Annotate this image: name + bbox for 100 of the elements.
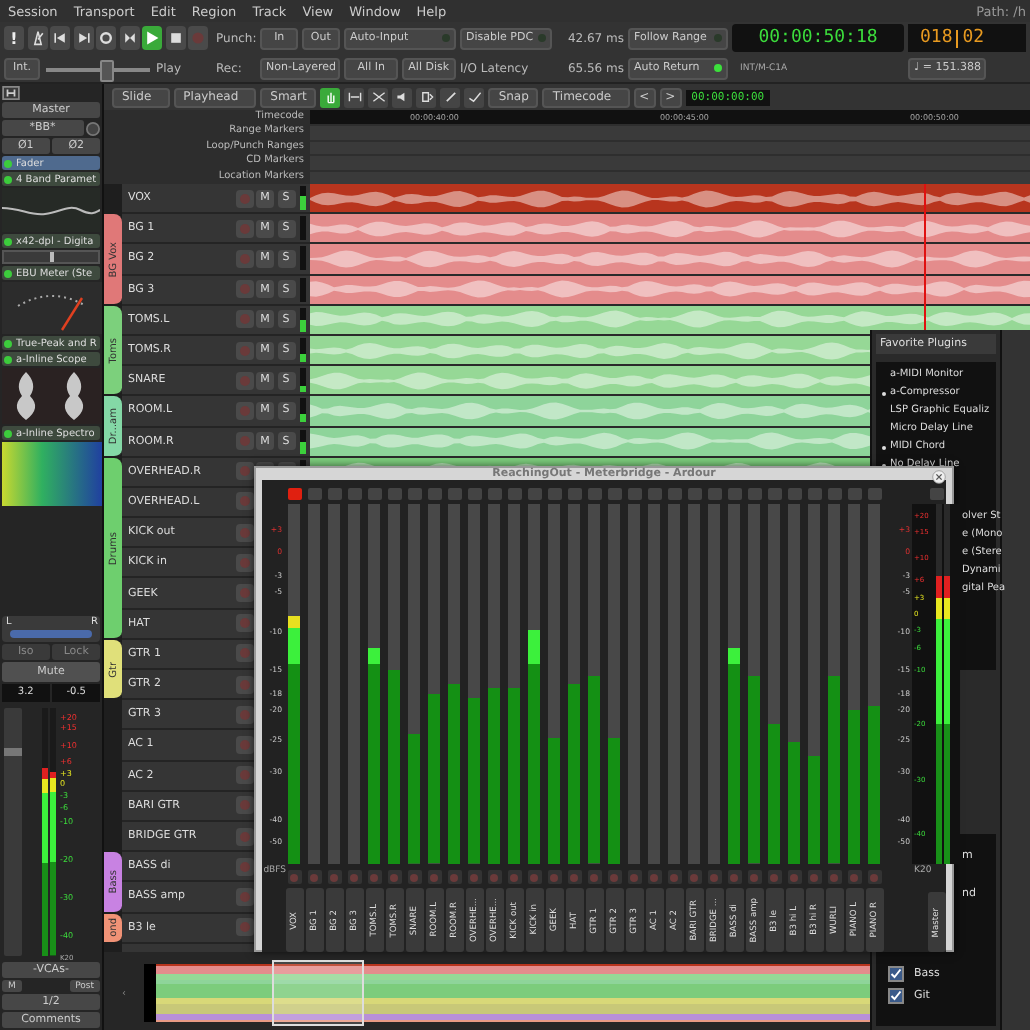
loop-button[interactable]: [96, 26, 116, 50]
record-enable-button[interactable]: [235, 280, 253, 299]
record-enable-button[interactable]: [727, 870, 741, 884]
record-enable-button[interactable]: [235, 766, 253, 785]
record-enable-button[interactable]: [547, 870, 561, 884]
record-enable-button[interactable]: [235, 523, 253, 542]
audio-region[interactable]: [310, 184, 1030, 215]
record-enable-button[interactable]: [235, 584, 253, 603]
record-enable-button[interactable]: [235, 887, 253, 906]
record-enable-button[interactable]: [707, 870, 721, 884]
record-enable-button[interactable]: [327, 870, 341, 884]
record-enable-button[interactable]: [487, 870, 501, 884]
internal-tool-button[interactable]: [464, 87, 485, 107]
record-enable-button[interactable]: [235, 857, 253, 876]
clip-indicator[interactable]: [929, 488, 943, 500]
clip-indicator[interactable]: [287, 488, 301, 500]
metronome-button[interactable]: [27, 26, 47, 50]
panic-button[interactable]: !: [4, 26, 24, 50]
record-enable-button[interactable]: [235, 219, 253, 238]
clip-indicator[interactable]: [767, 488, 781, 500]
record-enable-button[interactable]: [527, 870, 541, 884]
draw-tool-button[interactable]: [440, 87, 461, 107]
clip-indicator[interactable]: [827, 488, 841, 500]
record-enable-button[interactable]: [847, 870, 861, 884]
record-enable-button[interactable]: [807, 870, 821, 884]
record-enable-button[interactable]: [235, 675, 253, 694]
clip-indicator[interactable]: [747, 488, 761, 500]
checkbox[interactable]: [888, 965, 904, 981]
record-enable-button[interactable]: [235, 796, 253, 815]
audio-region[interactable]: [310, 244, 1030, 276]
record-enable-button[interactable]: [427, 870, 441, 884]
record-enable-button[interactable]: [787, 870, 801, 884]
clip-indicator[interactable]: [407, 488, 421, 500]
record-enable-button[interactable]: [235, 644, 253, 663]
record-enable-button[interactable]: [287, 870, 301, 884]
clip-indicator[interactable]: [327, 488, 341, 500]
record-enable-button[interactable]: [827, 870, 841, 884]
record-enable-button[interactable]: [235, 827, 253, 846]
record-enable-button[interactable]: [235, 341, 253, 360]
clip-indicator[interactable]: [307, 488, 321, 500]
clip-indicator[interactable]: [707, 488, 721, 500]
record-enable-button[interactable]: [687, 870, 701, 884]
record-enable-button[interactable]: [235, 553, 253, 572]
clip-indicator[interactable]: [367, 488, 381, 500]
goto-end-button[interactable]: [73, 26, 93, 50]
clip-indicator[interactable]: [527, 488, 541, 500]
clip-indicator[interactable]: [567, 488, 581, 500]
stretch-tool-button[interactable]: [416, 87, 437, 107]
gain-fader[interactable]: [4, 708, 22, 956]
clip-indicator[interactable]: [427, 488, 441, 500]
record-enable-button[interactable]: [367, 870, 381, 884]
record-enable-button[interactable]: [235, 705, 253, 724]
grab-tool-button[interactable]: [320, 87, 341, 107]
clip-indicator[interactable]: [467, 488, 481, 500]
primary-clock[interactable]: 00:00:50:18: [732, 24, 904, 52]
record-enable-button[interactable]: [407, 870, 421, 884]
goto-start-button[interactable]: [50, 26, 70, 50]
record-enable-button[interactable]: [307, 870, 321, 884]
record-enable-button[interactable]: [235, 401, 253, 420]
record-enable-button[interactable]: [235, 492, 253, 511]
record-enable-button[interactable]: [607, 870, 621, 884]
trim-knob-icon[interactable]: [86, 121, 100, 135]
checkbox[interactable]: [888, 987, 904, 1003]
clip-indicator[interactable]: [787, 488, 801, 500]
clip-indicator[interactable]: [867, 488, 881, 500]
shuttle-slider[interactable]: [46, 57, 150, 79]
clip-indicator[interactable]: [607, 488, 621, 500]
record-enable-button[interactable]: [235, 614, 253, 633]
clip-indicator[interactable]: [627, 488, 641, 500]
record-enable-button[interactable]: [587, 870, 601, 884]
clip-indicator[interactable]: [387, 488, 401, 500]
clip-indicator[interactable]: [647, 488, 661, 500]
clip-indicator[interactable]: [587, 488, 601, 500]
record-enable-button[interactable]: [627, 870, 641, 884]
record-enable-button[interactable]: [235, 189, 253, 208]
record-enable-button[interactable]: [767, 870, 781, 884]
record-enable-button[interactable]: [467, 870, 481, 884]
bowtie-button[interactable]: [119, 26, 139, 50]
record-enable-button[interactable]: [235, 249, 253, 268]
viewport-frame[interactable]: [272, 960, 364, 1026]
record-enable-button[interactable]: [235, 371, 253, 390]
clip-indicator[interactable]: [687, 488, 701, 500]
audio-region[interactable]: [310, 305, 1030, 336]
close-icon[interactable]: [932, 470, 946, 484]
marker-ruler[interactable]: [310, 124, 1030, 140]
record-enable-button[interactable]: [667, 870, 681, 884]
audio-region[interactable]: [310, 214, 1030, 245]
record-enable-button[interactable]: [235, 735, 253, 754]
record-enable-button[interactable]: [447, 870, 461, 884]
clip-indicator[interactable]: [727, 488, 741, 500]
record-enable-button[interactable]: [507, 870, 521, 884]
audio-region[interactable]: [310, 275, 1030, 306]
record-enable-button[interactable]: [235, 432, 253, 451]
width-icon[interactable]: [2, 86, 20, 100]
secondary-clock[interactable]: 018 02: [908, 24, 1026, 52]
clip-indicator[interactable]: [667, 488, 681, 500]
play-button[interactable]: [142, 26, 162, 50]
record-enable-button[interactable]: [235, 918, 253, 937]
clip-indicator[interactable]: [847, 488, 861, 500]
record-enable-button[interactable]: [235, 462, 253, 481]
